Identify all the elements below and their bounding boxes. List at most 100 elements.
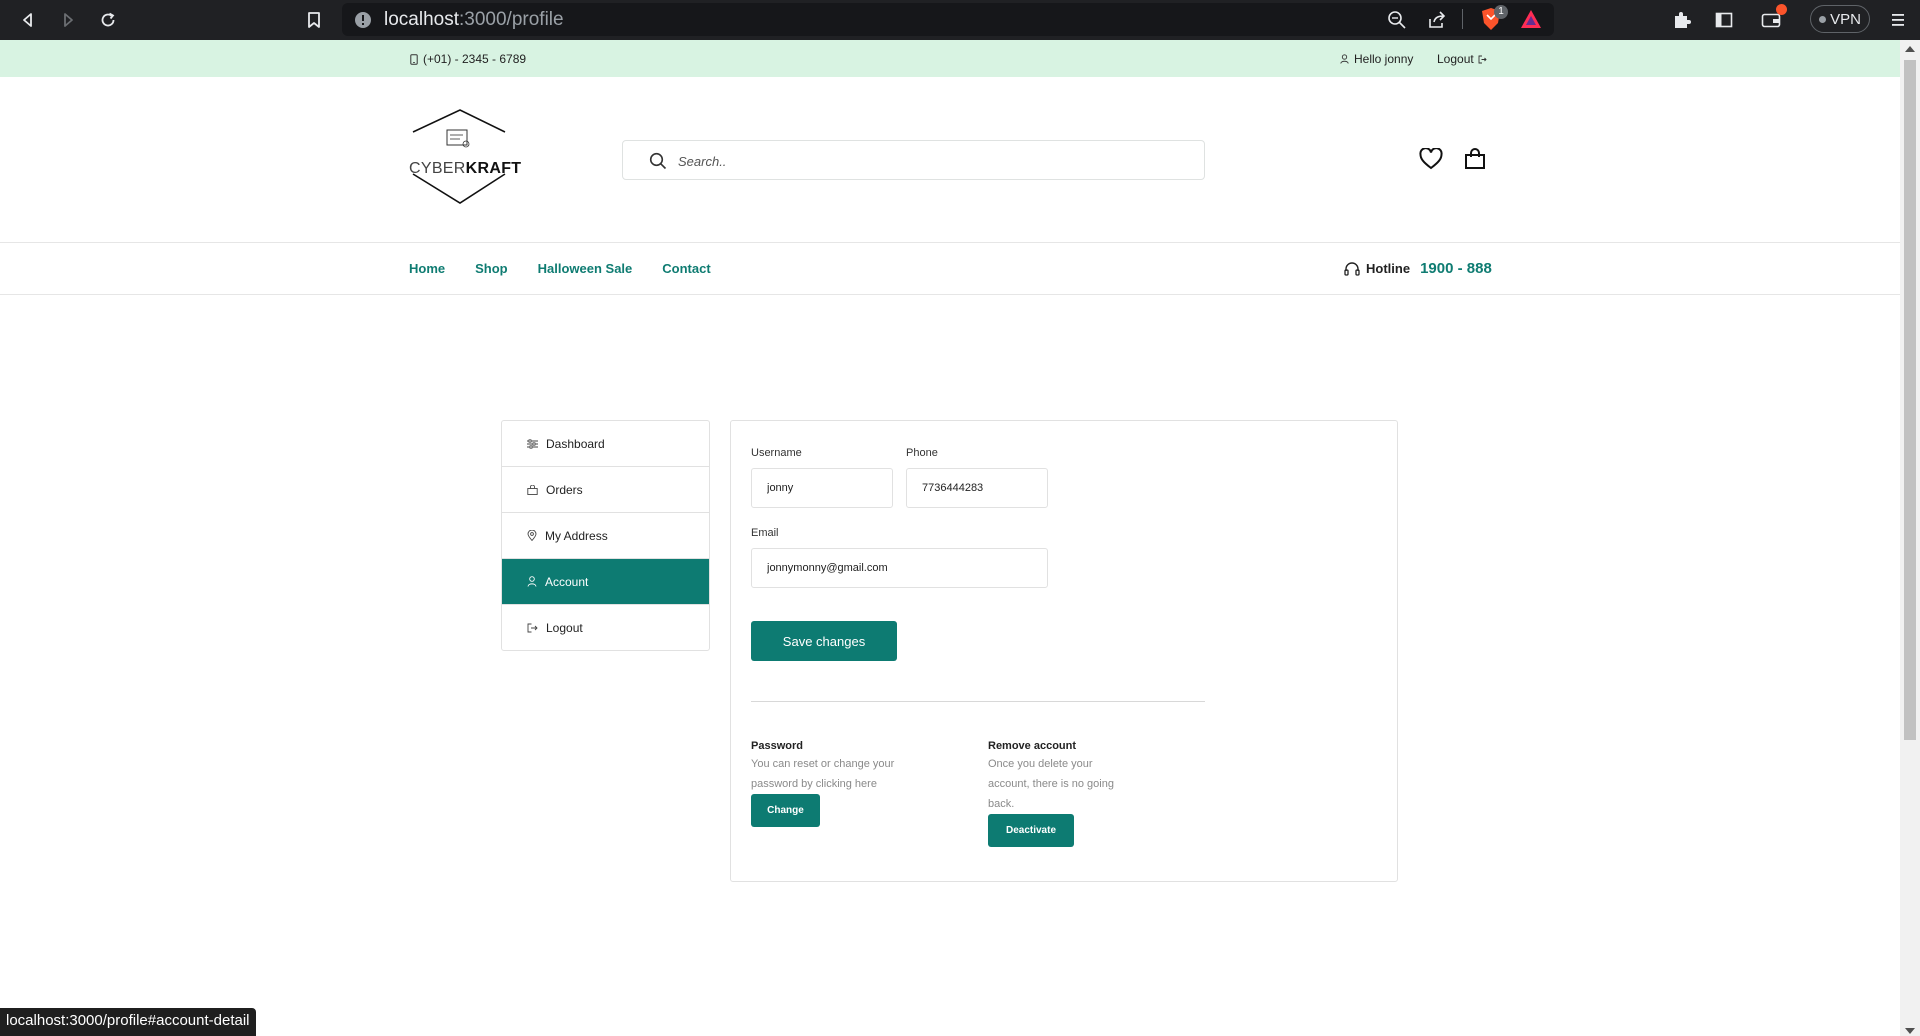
username-field[interactable] xyxy=(751,468,893,508)
browser-menu-button[interactable] xyxy=(1884,6,1912,34)
url-path: :3000/profile xyxy=(459,9,564,30)
remove-account-title: Remove account xyxy=(988,740,1077,752)
user-icon xyxy=(1340,54,1349,64)
phone-field[interactable] xyxy=(906,468,1048,508)
contact-phone: (+01) - 2345 - 6789 xyxy=(410,52,526,66)
account-sidebar: Dashboard Orders My Address Account Logo… xyxy=(501,420,710,651)
site-logo[interactable]: CYBERKRAFT xyxy=(405,108,521,208)
search-box[interactable] xyxy=(622,140,1205,180)
hamburger-icon xyxy=(1892,14,1904,26)
sidebar-item-label: Orders xyxy=(546,482,583,497)
nav-home[interactable]: Home xyxy=(409,261,445,276)
sidebar-item-my-address[interactable]: My Address xyxy=(502,513,709,559)
cart-button[interactable] xyxy=(1462,146,1488,172)
search-input[interactable] xyxy=(678,150,1178,172)
logo-emblem-icon xyxy=(412,109,506,204)
logo-text-thin: CYBER xyxy=(409,160,466,177)
sidebar-item-orders[interactable]: Orders xyxy=(502,467,709,513)
save-changes-button[interactable]: Save changes xyxy=(751,621,897,661)
contact-phone-text: (+01) - 2345 - 6789 xyxy=(423,52,527,66)
back-button[interactable] xyxy=(14,6,42,34)
sidebar-item-label: Dashboard xyxy=(546,436,605,451)
forward-icon xyxy=(64,13,73,27)
share-icon[interactable] xyxy=(1427,10,1447,30)
remove-text-line: back. xyxy=(988,798,1015,810)
logo-wordmark: CYBERKRAFT xyxy=(409,160,521,178)
brave-badge: 1 xyxy=(1494,5,1508,19)
topbar-logout-link[interactable]: Logout xyxy=(1437,52,1487,66)
email-label: Email xyxy=(751,527,779,539)
password-description: You can reset or change your password by… xyxy=(751,754,894,794)
logout-icon xyxy=(527,623,538,633)
page-scrollbar[interactable] xyxy=(1900,40,1920,1036)
forward-button[interactable] xyxy=(54,6,82,34)
user-icon xyxy=(527,576,537,587)
sidebar-icon xyxy=(1715,12,1733,28)
password-title: Password xyxy=(751,740,803,752)
password-text-line: You can reset or change your xyxy=(751,758,895,770)
scroll-down-arrow[interactable] xyxy=(1905,1028,1915,1034)
map-pin-icon xyxy=(527,530,537,541)
topbar-logout-label: Logout xyxy=(1437,52,1474,66)
user-greeting: Hello jonny xyxy=(1340,52,1413,66)
hotline-number: 1900 - 888 xyxy=(1420,260,1492,277)
site-info-icon[interactable] xyxy=(354,11,372,29)
nav-contact[interactable]: Contact xyxy=(662,261,710,276)
scroll-thumb[interactable] xyxy=(1904,60,1916,740)
remove-text-line: account, there is no going xyxy=(988,778,1114,790)
url-host: localhost xyxy=(384,9,459,30)
sidebar-item-label: Logout xyxy=(546,621,583,635)
nav-divider-top xyxy=(0,242,1900,243)
mobile-phone-icon xyxy=(410,53,418,65)
section-divider xyxy=(751,701,1205,702)
logo-text-bold: KRAFT xyxy=(465,160,522,177)
shopping-bag-icon xyxy=(1465,148,1485,169)
sliders-icon xyxy=(527,438,538,449)
puzzle-icon xyxy=(1675,12,1691,28)
browser-status-bar: localhost:3000/profile#account-detail xyxy=(0,1008,256,1036)
deactivate-button[interactable]: Deactivate xyxy=(988,814,1074,847)
vpn-label: VPN xyxy=(1830,10,1861,28)
reload-button[interactable] xyxy=(94,6,122,34)
brave-rewards-icon[interactable] xyxy=(1520,9,1542,29)
bag-icon xyxy=(527,484,538,495)
sidebar-item-dashboard[interactable]: Dashboard xyxy=(502,421,709,467)
search-icon xyxy=(649,152,667,170)
wishlist-button[interactable] xyxy=(1418,146,1444,172)
change-password-button[interactable]: Change xyxy=(751,794,820,827)
sidebar-item-logout[interactable]: Logout xyxy=(502,605,709,650)
nav-shop[interactable]: Shop xyxy=(475,261,508,276)
hotline-label: Hotline xyxy=(1366,261,1411,276)
email-field[interactable] xyxy=(751,548,1048,588)
bookmark-button[interactable] xyxy=(300,6,328,34)
nav-halloween-sale[interactable]: Halloween Sale xyxy=(538,261,633,276)
sidebar-item-account[interactable]: Account xyxy=(502,559,709,605)
sidebar-toggle-button[interactable] xyxy=(1710,6,1738,34)
url-divider xyxy=(1462,9,1463,29)
username-label: Username xyxy=(751,447,802,459)
top-info-bar: (+01) - 2345 - 6789 Hello jonny Logout xyxy=(0,40,1900,77)
extensions-button[interactable] xyxy=(1668,6,1696,34)
heart-icon xyxy=(1419,148,1443,170)
sidebar-item-label: My Address xyxy=(545,528,608,543)
zoom-icon[interactable] xyxy=(1387,10,1407,30)
vpn-status-dot xyxy=(1819,15,1827,23)
sidebar-item-label: Account xyxy=(545,574,589,589)
vpn-button[interactable]: VPN xyxy=(1810,5,1870,33)
browser-toolbar: localhost:3000/profile 1 VPN xyxy=(0,0,1920,40)
wallet-notification-dot xyxy=(1776,4,1787,15)
hotline: Hotline 1900 - 888 xyxy=(1344,260,1492,277)
wallet-button[interactable] xyxy=(1758,4,1787,34)
scroll-up-arrow[interactable] xyxy=(1905,46,1915,52)
user-greeting-text: Hello jonny xyxy=(1354,52,1414,66)
account-detail-card: Username Phone Email Save changes Passwo… xyxy=(730,420,1398,882)
address-bar[interactable]: localhost:3000/profile 1 xyxy=(342,3,1554,36)
remove-text-line: Once you delete your xyxy=(988,758,1093,770)
password-text-line: password by clicking here xyxy=(751,778,877,790)
nav-divider-bottom xyxy=(0,294,1900,295)
remove-account-description: Once you delete your account, there is n… xyxy=(988,754,1114,814)
headphones-icon xyxy=(1344,262,1360,276)
logout-icon xyxy=(1478,55,1487,63)
reload-icon xyxy=(101,12,115,27)
main-nav: Home Shop Halloween Sale Contact xyxy=(409,261,741,276)
